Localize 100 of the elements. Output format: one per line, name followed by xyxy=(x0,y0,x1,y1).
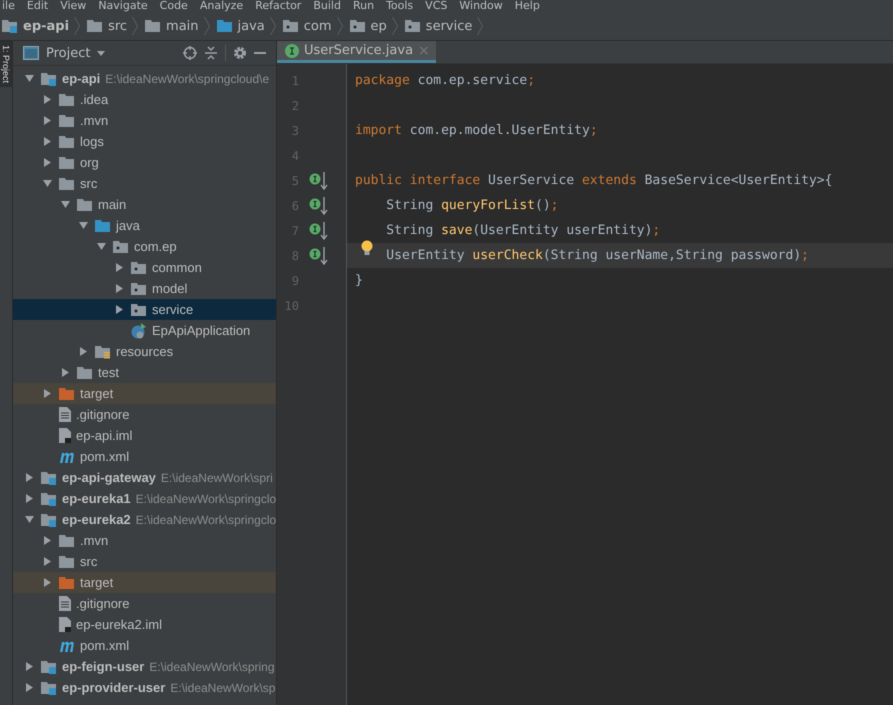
tree-item-label: ep-provider-user xyxy=(62,680,166,695)
tree-row[interactable]: test xyxy=(13,362,276,383)
tree-row[interactable]: EpApiApplication xyxy=(13,320,276,341)
tree-row[interactable]: pom.xml xyxy=(13,446,276,467)
settings-icon[interactable] xyxy=(233,46,247,60)
tree-row[interactable]: ep-eureka1 E:\ideaNewWork\springclo xyxy=(13,488,276,509)
tree-row[interactable]: .mvn xyxy=(13,530,276,551)
expanded-arrow-icon[interactable] xyxy=(61,200,70,209)
collapsed-arrow-icon[interactable] xyxy=(43,557,52,566)
collapsed-arrow-icon[interactable] xyxy=(43,95,52,104)
panel-title[interactable]: Project xyxy=(46,46,90,60)
expanded-arrow-icon[interactable] xyxy=(79,221,88,230)
tree-row[interactable]: .idea xyxy=(13,89,276,110)
tree-row[interactable]: org xyxy=(13,152,276,173)
implemented-marker-icon[interactable] xyxy=(309,196,329,214)
expanded-arrow-icon[interactable] xyxy=(25,515,34,524)
folder-icon xyxy=(59,134,75,148)
chevron-icon xyxy=(270,16,276,36)
menu-item[interactable]: Analyze xyxy=(200,0,244,12)
module-path: E:\ideaNewWork\springcloud\e xyxy=(105,72,270,86)
tree-row[interactable]: ep-feign-user E:\ideaNewWork\spring xyxy=(13,656,276,677)
tree-row[interactable]: java xyxy=(13,215,276,236)
collapsed-arrow-icon[interactable] xyxy=(61,368,70,377)
collapsed-arrow-icon[interactable] xyxy=(115,305,124,314)
expanded-arrow-icon[interactable] xyxy=(25,74,34,83)
collapsed-arrow-icon[interactable] xyxy=(115,284,124,293)
tree-item-label: .gitignore xyxy=(76,407,130,422)
breadcrumb-item[interactable]: src xyxy=(108,18,128,34)
collapsed-arrow-icon[interactable] xyxy=(25,662,34,671)
collapsed-arrow-icon[interactable] xyxy=(25,494,34,503)
editor-tab[interactable]: UserService.java × xyxy=(277,41,436,63)
tree-row[interactable]: service xyxy=(13,299,276,320)
collapsed-arrow-icon[interactable] xyxy=(25,473,34,482)
menu-item[interactable]: Window xyxy=(459,0,503,12)
menu-item[interactable]: Code xyxy=(160,0,188,12)
menu-item[interactable]: Refactor xyxy=(255,0,302,12)
collapsed-arrow-icon[interactable] xyxy=(25,683,34,692)
menu-item[interactable]: Run xyxy=(352,0,374,12)
tree-row[interactable]: common xyxy=(13,257,276,278)
maven-icon xyxy=(59,450,75,463)
tree-item-label: java xyxy=(116,218,140,233)
module-path: E:\ideaNewWork\springclo xyxy=(136,512,276,526)
locate-icon[interactable] xyxy=(183,46,197,60)
project-side-tab[interactable]: 1: Project xyxy=(0,41,12,88)
tree-row[interactable]: ep-api-gateway E:\ideaNewWork\spri xyxy=(13,467,276,488)
tree-row[interactable]: pom.xml xyxy=(13,635,276,656)
breadcrumb-item[interactable]: main xyxy=(166,18,199,34)
menu-item[interactable]: Navigate xyxy=(98,0,148,12)
collapsed-arrow-icon[interactable] xyxy=(43,536,52,545)
collapsed-arrow-icon[interactable] xyxy=(43,389,52,398)
tree-row[interactable]: model xyxy=(13,278,276,299)
tree-row[interactable]: logs xyxy=(13,131,276,152)
menu-item[interactable]: Tools xyxy=(386,0,414,12)
tree-row[interactable]: .gitignore xyxy=(13,593,276,614)
tree-row[interactable]: ep-provider-user E:\ideaNewWork\sp xyxy=(13,677,276,698)
tree-row[interactable]: .gitignore xyxy=(13,404,276,425)
tree-row[interactable]: target xyxy=(13,383,276,404)
collapsed-arrow-icon[interactable] xyxy=(43,116,52,125)
menu-item[interactable]: Build xyxy=(313,0,341,12)
collapsed-arrow-icon[interactable] xyxy=(79,347,88,356)
tree-row[interactable]: src xyxy=(13,173,276,194)
tree-row[interactable]: resources xyxy=(13,341,276,362)
collapsed-arrow-icon[interactable] xyxy=(43,578,52,587)
tree-row[interactable]: ep-eureka2 E:\ideaNewWork\springclo xyxy=(13,509,276,530)
menu-item[interactable]: VCS xyxy=(425,0,448,12)
tree-item-label: target xyxy=(80,575,114,590)
tree-item-label: ep-eureka1 xyxy=(62,491,131,506)
tree-row[interactable]: main xyxy=(13,194,276,215)
tree-item-label: src xyxy=(80,554,98,569)
implemented-marker-icon[interactable] xyxy=(309,222,329,240)
breadcrumb-item[interactable]: service xyxy=(426,18,472,34)
breadcrumb-item[interactable]: java xyxy=(238,18,265,34)
tree-row[interactable]: ep-api.iml xyxy=(13,425,276,446)
tree-row[interactable]: .mvn xyxy=(13,110,276,131)
tree-row[interactable]: ep-api E:\ideaNewWork\springcloud\e xyxy=(13,68,276,89)
tree-row[interactable]: ep-eureka2.iml xyxy=(13,614,276,635)
menu-item[interactable]: ile xyxy=(2,0,15,12)
menu-item[interactable]: Help xyxy=(514,0,540,12)
tree-item-label: .mvn xyxy=(80,113,108,128)
implemented-marker-icon[interactable] xyxy=(309,172,329,190)
collapse-icon[interactable] xyxy=(204,46,218,60)
tree-item-label: org xyxy=(80,155,99,170)
breadcrumb-item[interactable]: ep xyxy=(370,18,387,34)
lightbulb-icon[interactable] xyxy=(361,240,373,256)
breadcrumb-item[interactable]: ep-api xyxy=(23,18,70,34)
menu-item[interactable]: Edit xyxy=(26,0,48,12)
tree-row[interactable]: src xyxy=(13,551,276,572)
menu-item[interactable]: View xyxy=(60,0,86,12)
implemented-marker-icon[interactable] xyxy=(309,246,329,264)
collapsed-arrow-icon[interactable] xyxy=(43,137,52,146)
collapsed-arrow-icon[interactable] xyxy=(43,158,52,167)
tree-row[interactable]: target xyxy=(13,572,276,593)
expanded-arrow-icon[interactable] xyxy=(97,242,106,251)
dropdown-icon[interactable] xyxy=(97,50,106,56)
expanded-arrow-icon[interactable] xyxy=(43,179,52,188)
breadcrumb-item[interactable]: com xyxy=(304,18,332,34)
chevron-icon xyxy=(477,16,484,36)
module-folder-icon xyxy=(41,492,57,506)
tree-row[interactable]: com.ep xyxy=(13,236,276,257)
collapsed-arrow-icon[interactable] xyxy=(115,263,124,272)
